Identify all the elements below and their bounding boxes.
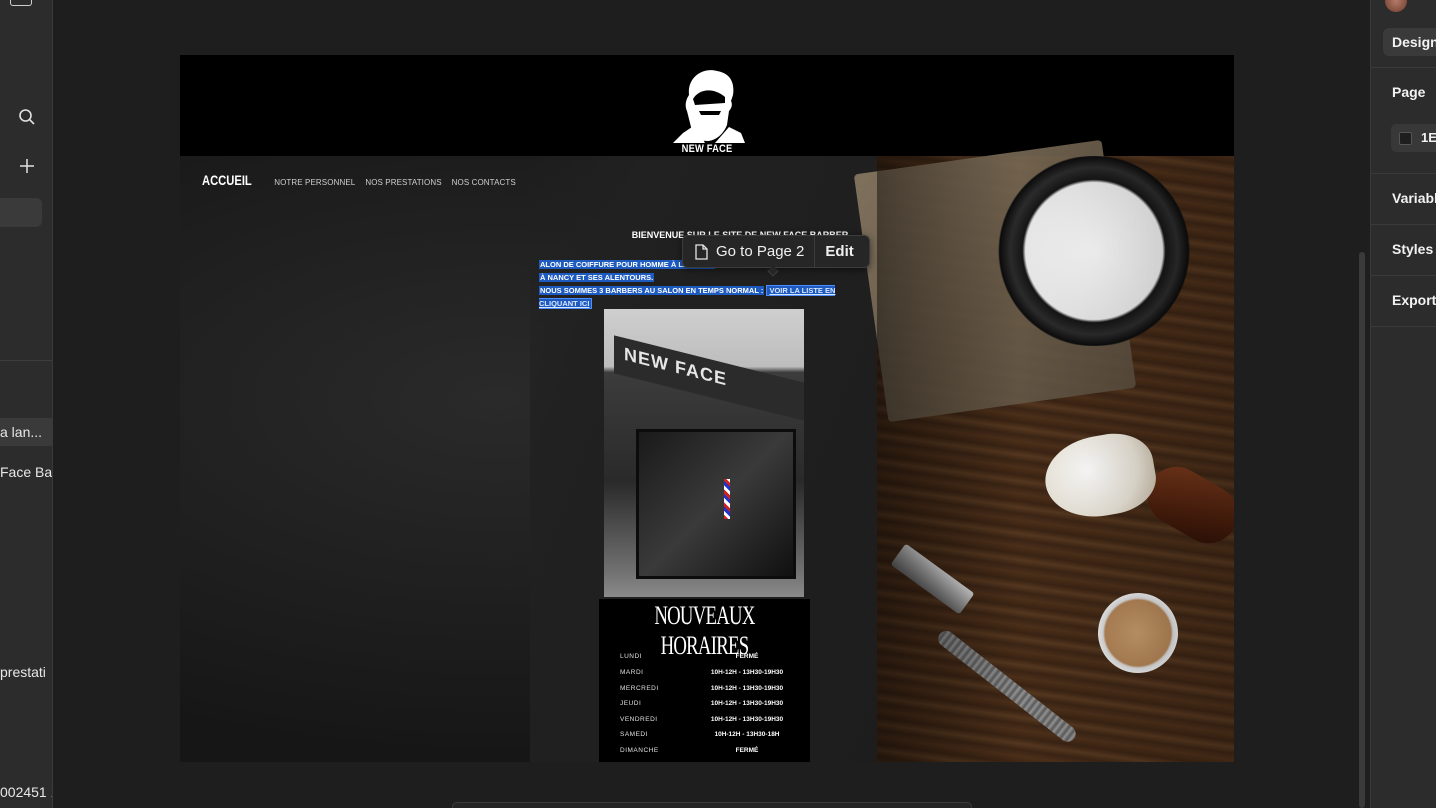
canvas-scrollbar[interactable] — [1359, 252, 1365, 808]
barber-logo: NEW FACE BARBER — [659, 67, 755, 167]
right-panel: Design Page 1E Variables Styles Export — [1370, 0, 1436, 808]
nav-nos-contacts[interactable]: NOS CONTACTS — [452, 178, 516, 187]
layout-icon[interactable] — [10, 0, 32, 6]
hours-time: FERMÉ — [735, 747, 759, 754]
panel-divider — [1371, 275, 1436, 276]
go-to-page-link[interactable]: Go to Page 2 — [683, 236, 814, 267]
nav-home[interactable]: ACCUEIL — [202, 172, 252, 188]
avatar[interactable] — [1385, 0, 1407, 12]
hours-title: NOUVEAUX HORAIRES — [654, 601, 755, 660]
edit-link-button[interactable]: Edit — [815, 243, 863, 260]
page-background-field[interactable]: 1E — [1391, 124, 1436, 152]
layer-item[interactable]: a lan... — [0, 418, 52, 446]
layer-item[interactable]: prestati — [0, 658, 52, 686]
shop-window — [636, 429, 796, 579]
plus-icon — [20, 159, 34, 173]
go-to-page-label: Go to Page 2 — [716, 243, 805, 260]
search-icon — [19, 109, 35, 125]
search-button[interactable] — [10, 102, 44, 132]
panel-divider — [1371, 224, 1436, 225]
intro-line-3: NOUS SOMMES 3 BARBERS AU SALON EN TEMPS … — [539, 286, 765, 295]
site-header: NEW FACE BARBER — [180, 55, 1234, 167]
panel-divider — [1371, 173, 1436, 174]
page-background-value: 1E — [1421, 130, 1436, 145]
design-canvas[interactable]: NEW FACE BARBER ACCUEIL NOTRE PERSONNEL … — [54, 0, 1370, 808]
wood-shade-overlay — [877, 156, 1234, 762]
layer-item[interactable]: 002451 1 — [0, 778, 52, 806]
hours-day: VENDREDI — [620, 716, 658, 723]
hours-day: JEUDI — [620, 700, 642, 707]
editor-app: a lan... Face Bar prestati 002451 1 NEW … — [0, 0, 1436, 808]
sidebar-divider — [0, 360, 52, 361]
hours-time: 10H-12H - 13H30-19H30 — [710, 716, 784, 723]
barber-head-icon — [673, 70, 745, 143]
hours-day: DIMANCHE — [620, 747, 659, 754]
layer-item[interactable]: Face Bar — [0, 458, 52, 486]
tab-design[interactable]: Design — [1383, 28, 1436, 56]
opening-hours-panel: NOUVEAUX HORAIRES LUNDI FERMÉ MARDI 10H-12… — [599, 599, 810, 762]
bottom-toolbar[interactable] — [452, 802, 972, 808]
page-section-label: Page — [1392, 84, 1426, 100]
nav-nos-prestations[interactable]: NOS PRESTATIONS — [365, 178, 441, 187]
hours-day: SAMEDI — [620, 731, 648, 738]
file-icon — [695, 243, 708, 260]
styles-section-label[interactable]: Styles — [1392, 241, 1433, 257]
selected-page-row[interactable] — [0, 198, 42, 227]
shopfront-photo: NEW FACE — [604, 309, 804, 597]
shop-sign-text: NEW FACE — [614, 335, 804, 421]
barber-pole-icon — [724, 479, 730, 519]
intro-line-2: À NANCY ET SES ALENTOURS. — [539, 273, 655, 282]
hours-time: 10H-12H - 13H30-18H — [714, 731, 780, 738]
hours-day: MERCREDI — [620, 685, 659, 692]
hours-day: LUNDI — [620, 653, 643, 660]
hours-time: FERMÉ — [735, 653, 759, 660]
website-frame[interactable]: NEW FACE BARBER ACCUEIL NOTRE PERSONNEL … — [180, 55, 1234, 762]
hours-time: 10H-12H - 13H30-19H30 — [710, 700, 784, 707]
export-section-label[interactable]: Export — [1392, 292, 1436, 308]
add-button[interactable] — [10, 151, 44, 181]
variables-section-label[interactable]: Variables — [1392, 190, 1436, 206]
panel-divider — [1371, 67, 1436, 68]
hours-time: 10H-12H - 13H30-19H30 — [710, 669, 784, 676]
hours-time: 10H-12H - 13H30-19H30 — [710, 685, 784, 692]
nav-notre-personnel[interactable]: NOTRE PERSONNEL — [274, 178, 355, 187]
panel-divider — [1371, 326, 1436, 327]
link-tooltip: Go to Page 2 Edit — [682, 235, 870, 277]
hours-day: MARDI — [620, 669, 644, 676]
site-nav: ACCUEIL NOTRE PERSONNEL NOS PRESTATIONS … — [202, 172, 516, 188]
color-swatch[interactable] — [1399, 132, 1412, 145]
left-sidebar: a lan... Face Bar prestati 002451 1 — [0, 0, 53, 808]
